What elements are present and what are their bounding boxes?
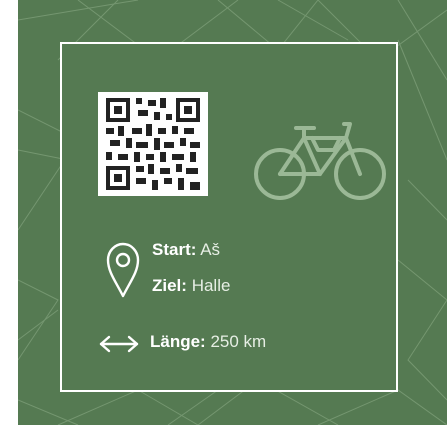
route-start: Start: Aš <box>152 240 220 260</box>
route-card: Start: Aš Ziel: Halle Länge: 250 km <box>18 0 447 425</box>
route-length: Länge: 250 km <box>150 332 266 352</box>
ziel-label: Ziel: <box>152 276 187 295</box>
ziel-value: Halle <box>191 276 231 295</box>
start-label: Start: <box>152 240 197 259</box>
info-frame: Start: Aš Ziel: Halle Länge: 250 km <box>60 42 398 392</box>
route-destination: Ziel: Halle <box>152 276 230 296</box>
bicycle-icon <box>254 122 386 200</box>
laenge-value: 250 km <box>210 332 267 351</box>
double-arrow-icon <box>99 335 139 353</box>
qr-code-icon[interactable] <box>98 92 208 196</box>
laenge-label: Länge: <box>150 332 206 351</box>
map-pin-icon <box>106 242 140 298</box>
start-value: Aš <box>200 240 221 259</box>
